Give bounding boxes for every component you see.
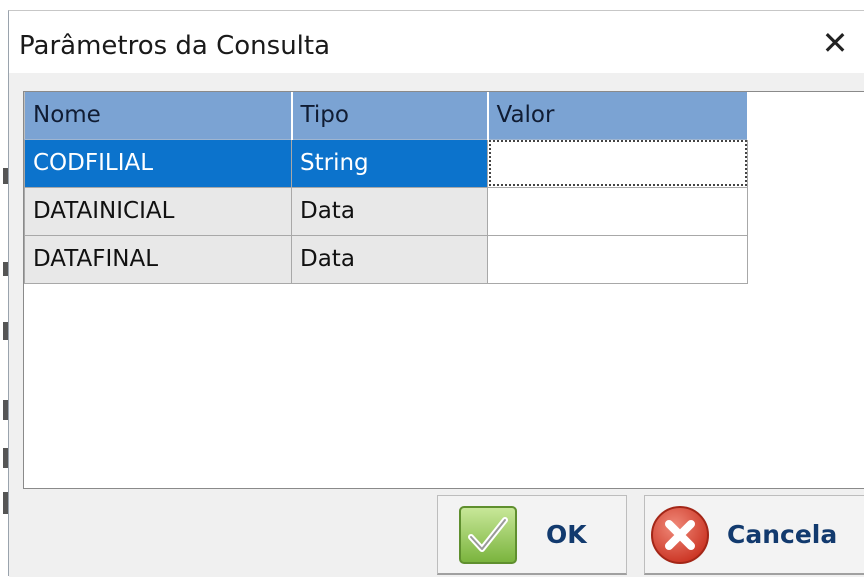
checkmark-icon [459, 505, 517, 564]
cancel-button[interactable]: Cancela [644, 495, 864, 575]
cell-valor-input[interactable] [487, 186, 748, 236]
table-row[interactable]: DATAINICIAL Data [24, 186, 748, 236]
column-header-nome[interactable]: Nome [24, 92, 293, 140]
ok-label: OK [546, 520, 587, 549]
table-row[interactable]: CODFILIAL String [24, 138, 748, 188]
header-row: Nome Tipo Valor [24, 92, 749, 140]
cell-tipo[interactable]: String [291, 138, 488, 188]
cell-nome[interactable]: DATAINICIAL [24, 186, 292, 236]
cell-tipo[interactable]: Data [291, 234, 488, 284]
close-icon[interactable]: ✕ [812, 21, 858, 65]
table-row[interactable]: DATAFINAL Data [24, 234, 748, 284]
cell-valor-input[interactable] [487, 234, 748, 284]
cancel-label: Cancela [727, 520, 838, 549]
parameters-grid[interactable]: Nome Tipo Valor CODFILIAL String DATAINI… [23, 91, 864, 489]
cancel-x-icon [651, 505, 709, 564]
dialog-window: Parâmetros da Consulta ✕ Nome Tipo Valor… [8, 10, 864, 577]
dialog-title: Parâmetros da Consulta [19, 31, 331, 61]
cell-nome[interactable]: CODFILIAL [24, 138, 292, 188]
ok-button[interactable]: OK [437, 495, 627, 575]
column-header-valor[interactable]: Valor [487, 92, 749, 140]
cell-nome[interactable]: DATAFINAL [24, 234, 292, 284]
title-bar: Parâmetros da Consulta ✕ [9, 11, 864, 73]
cell-valor-input[interactable] [487, 138, 748, 188]
parameters-table: Nome Tipo Valor CODFILIAL String DATAINI… [24, 92, 749, 284]
cell-tipo[interactable]: Data [291, 186, 488, 236]
column-header-tipo[interactable]: Tipo [291, 92, 489, 140]
